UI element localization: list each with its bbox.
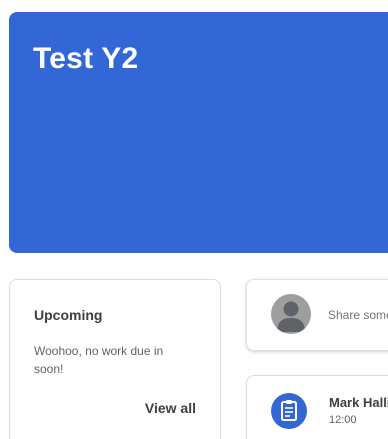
stream-post[interactable]: Mark Halliday 12:00 [246,375,388,439]
class-banner: Test Y2 [9,12,388,253]
post-time: 12:00 [329,414,357,426]
classroom-stream-page: Test Y2 Upcoming Woohoo, no work due in … [0,0,388,439]
upcoming-card: Upcoming Woohoo, no work due in soon! Vi… [9,279,221,439]
post-author: Mark Halliday [329,395,388,410]
share-box[interactable]: Share something with your class [246,279,388,351]
upcoming-title: Upcoming [34,307,103,323]
person-icon [271,294,311,334]
upcoming-message: Woohoo, no work due in soon! [34,344,164,376]
assignment-icon [271,393,307,429]
class-title[interactable]: Test Y2 [33,42,138,76]
view-all-button[interactable]: View all [145,400,196,416]
share-placeholder[interactable]: Share something with your class [328,308,388,322]
